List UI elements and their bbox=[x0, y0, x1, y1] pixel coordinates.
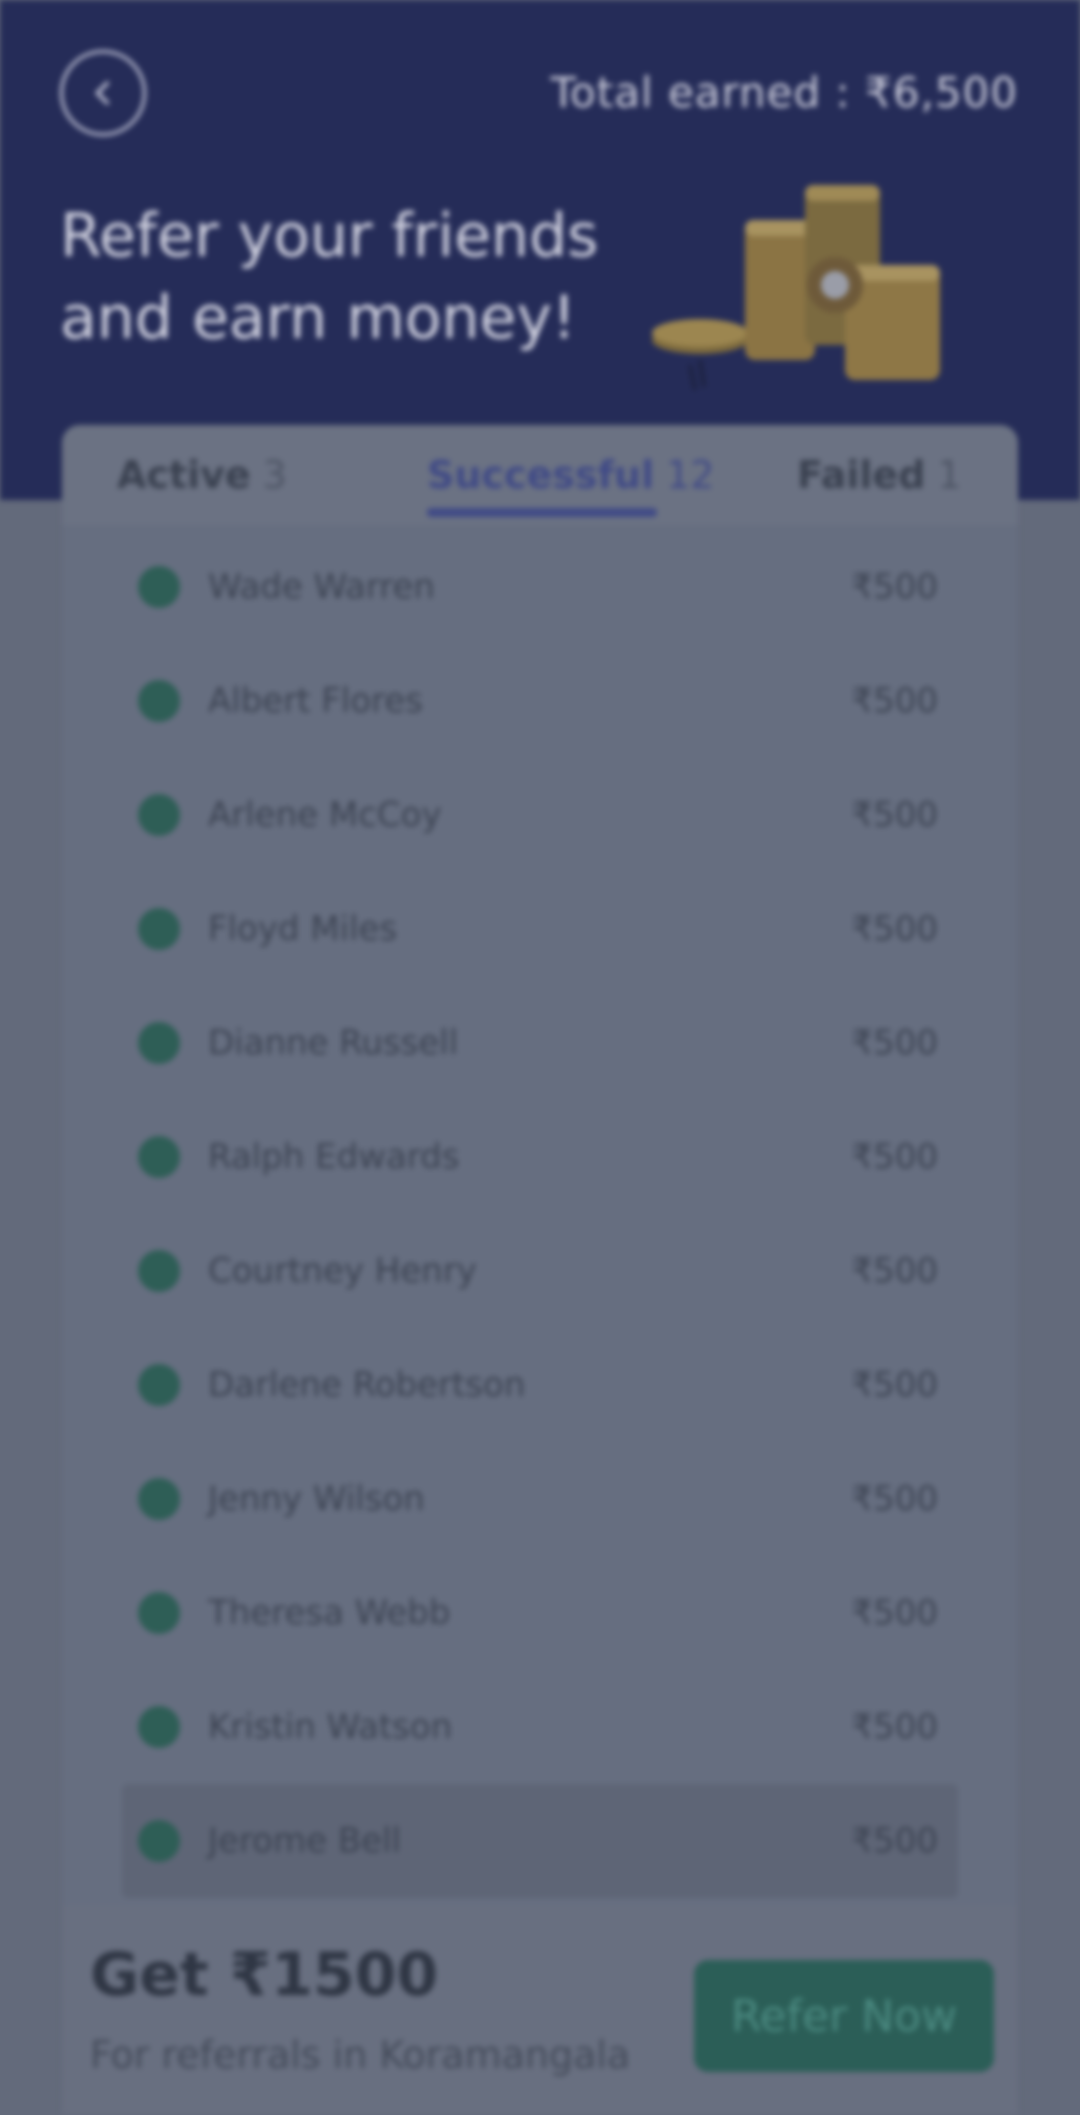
tab-bar: Active 3 Successful 12 Failed 1 bbox=[62, 425, 1018, 525]
referral-amount: ₹500 bbox=[851, 1821, 938, 1861]
referral-amount: ₹500 bbox=[851, 1251, 938, 1291]
tab-active[interactable]: Active 3 bbox=[117, 453, 287, 497]
referrals-card: Active 3 Successful 12 Failed 1 Wade War… bbox=[62, 425, 1018, 2115]
total-earned: Total earned : ₹6,500 bbox=[550, 68, 1018, 117]
referral-amount: ₹500 bbox=[851, 1479, 938, 1519]
referral-name: Theresa Webb bbox=[208, 1593, 451, 1633]
success-dot-icon bbox=[138, 1706, 180, 1748]
referral-amount: ₹500 bbox=[851, 1137, 938, 1177]
referral-name: Jerome Bell bbox=[208, 1821, 401, 1861]
referral-name: Ralph Edwards bbox=[208, 1137, 460, 1177]
back-button[interactable] bbox=[60, 50, 146, 136]
referral-amount: ₹500 bbox=[851, 1023, 938, 1063]
success-dot-icon bbox=[138, 794, 180, 836]
tab-label: Active bbox=[117, 453, 251, 497]
reward-title: Get ₹1500 bbox=[90, 1940, 439, 2010]
referral-amount: ₹500 bbox=[851, 795, 938, 835]
referral-amount: ₹500 bbox=[851, 1365, 938, 1405]
tab-count: 3 bbox=[262, 453, 287, 497]
tab-failed[interactable]: Failed 1 bbox=[797, 453, 962, 497]
list-item[interactable]: Kristin Watson ₹500 bbox=[62, 1670, 1018, 1784]
referral-amount: ₹500 bbox=[851, 1707, 938, 1747]
list-item[interactable]: Albert Flores ₹500 bbox=[62, 644, 1018, 758]
referral-name: Floyd Miles bbox=[208, 909, 398, 949]
success-dot-icon bbox=[138, 1364, 180, 1406]
list-item[interactable]: Darlene Robertson ₹500 bbox=[62, 1328, 1018, 1442]
chevron-left-icon bbox=[95, 81, 110, 105]
referral-list: Wade Warren ₹500 Albert Flores ₹500 Arle… bbox=[62, 530, 1018, 1898]
referral-name: Darlene Robertson bbox=[208, 1365, 526, 1405]
referral-name: Dianne Russell bbox=[208, 1023, 459, 1063]
tab-label: Failed bbox=[797, 453, 926, 497]
success-dot-icon bbox=[138, 1022, 180, 1064]
active-tab-indicator bbox=[427, 508, 657, 517]
tab-count: 1 bbox=[937, 453, 962, 497]
referral-screen: Total earned : ₹6,500 Refer your friends… bbox=[0, 0, 1080, 2115]
coins-icon bbox=[652, 185, 940, 391]
page-title: Refer your friends and earn money! bbox=[60, 201, 599, 353]
success-dot-icon bbox=[138, 1820, 180, 1862]
referral-amount: ₹500 bbox=[851, 1593, 938, 1633]
referral-name: Albert Flores bbox=[208, 681, 423, 721]
success-dot-icon bbox=[138, 1478, 180, 1520]
referral-name: Arlene McCoy bbox=[208, 795, 442, 835]
success-dot-icon bbox=[138, 1136, 180, 1178]
tab-count: 12 bbox=[666, 453, 715, 497]
referral-amount: ₹500 bbox=[851, 681, 938, 721]
list-item[interactable]: Dianne Russell ₹500 bbox=[62, 986, 1018, 1100]
referral-name: Wade Warren bbox=[208, 567, 435, 607]
tab-successful[interactable]: Successful 12 bbox=[427, 453, 714, 497]
success-dot-icon bbox=[138, 1250, 180, 1292]
success-dot-icon bbox=[138, 566, 180, 608]
success-dot-icon bbox=[138, 1592, 180, 1634]
success-dot-icon bbox=[138, 908, 180, 950]
tab-label: Successful bbox=[427, 453, 655, 497]
reward-subtitle: For referrals in Koramangala bbox=[90, 2033, 631, 2077]
list-item[interactable]: Arlene McCoy ₹500 bbox=[62, 758, 1018, 872]
list-item[interactable]: Wade Warren ₹500 bbox=[62, 530, 1018, 644]
refer-footer: Get ₹1500 For referrals in Koramangala R… bbox=[62, 1905, 1018, 2115]
list-item[interactable]: Jerome Bell ₹500 bbox=[122, 1784, 958, 1898]
refer-now-button[interactable]: Refer Now bbox=[694, 1960, 994, 2072]
referral-name: Courtney Henry bbox=[208, 1251, 477, 1291]
referral-name: Jenny Wilson bbox=[208, 1479, 425, 1519]
list-item[interactable]: Floyd Miles ₹500 bbox=[62, 872, 1018, 986]
referral-amount: ₹500 bbox=[851, 567, 938, 607]
referral-name: Kristin Watson bbox=[208, 1707, 453, 1747]
list-item[interactable]: Courtney Henry ₹500 bbox=[62, 1214, 1018, 1328]
referral-amount: ₹500 bbox=[851, 909, 938, 949]
list-item[interactable]: Ralph Edwards ₹500 bbox=[62, 1100, 1018, 1214]
list-item[interactable]: Jenny Wilson ₹500 bbox=[62, 1442, 1018, 1556]
success-dot-icon bbox=[138, 680, 180, 722]
list-item[interactable]: Theresa Webb ₹500 bbox=[62, 1556, 1018, 1670]
